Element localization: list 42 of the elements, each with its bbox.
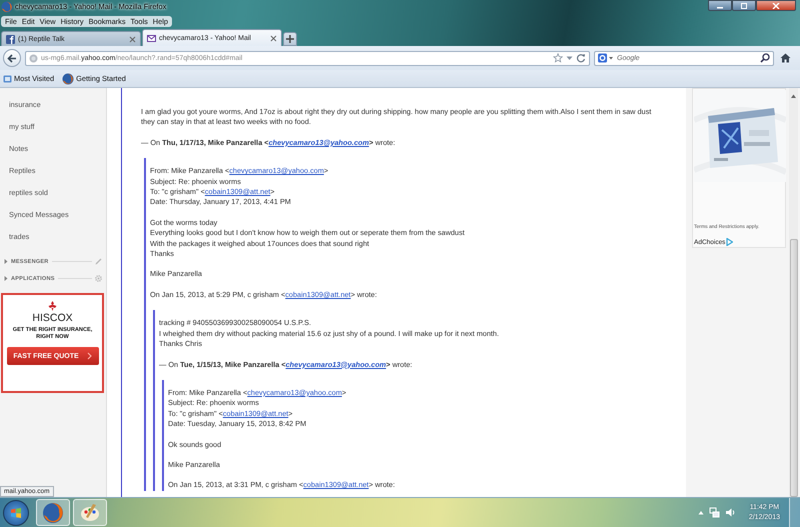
palette-icon	[79, 502, 101, 524]
taskbar-button[interactable]	[36, 499, 70, 526]
caret-icon[interactable]	[4, 276, 8, 281]
browser-icon	[42, 502, 64, 524]
back-button[interactable]	[3, 49, 21, 67]
search-icon[interactable]	[760, 53, 770, 63]
scrollbar[interactable]	[789, 88, 798, 497]
brand-name: HISCOX	[32, 312, 73, 324]
scroll-thumb[interactable]	[790, 239, 798, 497]
minimize-button[interactable]	[708, 0, 732, 11]
maximize-icon	[740, 2, 748, 8]
show-desktop-button[interactable]	[789, 498, 800, 527]
crest-icon	[48, 301, 57, 311]
site-icon	[6, 34, 15, 44]
up-arrow-icon[interactable]	[790, 93, 797, 99]
star-icon[interactable]	[553, 53, 563, 63]
globe-icon	[29, 54, 38, 62]
back-arrow-icon	[7, 54, 17, 62]
search-engine-icon[interactable]	[598, 53, 614, 63]
maximize-button[interactable]	[732, 0, 756, 11]
network-icon[interactable]	[708, 507, 720, 518]
taskbar-button[interactable]	[73, 499, 107, 526]
play-triangle-icon	[726, 238, 734, 246]
browser-icon	[1, 0, 13, 12]
browser-icon	[62, 72, 74, 84]
chevron-icon	[86, 352, 92, 360]
close-icon	[772, 2, 780, 8]
reload-icon[interactable]	[576, 53, 586, 63]
home-button[interactable]	[778, 53, 793, 63]
new-tab-button[interactable]	[283, 32, 297, 46]
caret-up-icon[interactable]	[698, 510, 704, 515]
caret-icon[interactable]	[4, 259, 8, 264]
close-icon[interactable]	[270, 34, 277, 42]
close-button[interactable]	[756, 0, 796, 11]
speaker-icon[interactable]	[724, 507, 736, 518]
folder-icon	[3, 74, 12, 83]
start-button[interactable]	[3, 500, 29, 526]
home-icon	[780, 53, 791, 63]
plus-icon	[286, 35, 294, 43]
close-icon[interactable]	[129, 36, 136, 42]
envelope-icon	[147, 34, 156, 42]
windows-logo-icon	[11, 508, 21, 518]
